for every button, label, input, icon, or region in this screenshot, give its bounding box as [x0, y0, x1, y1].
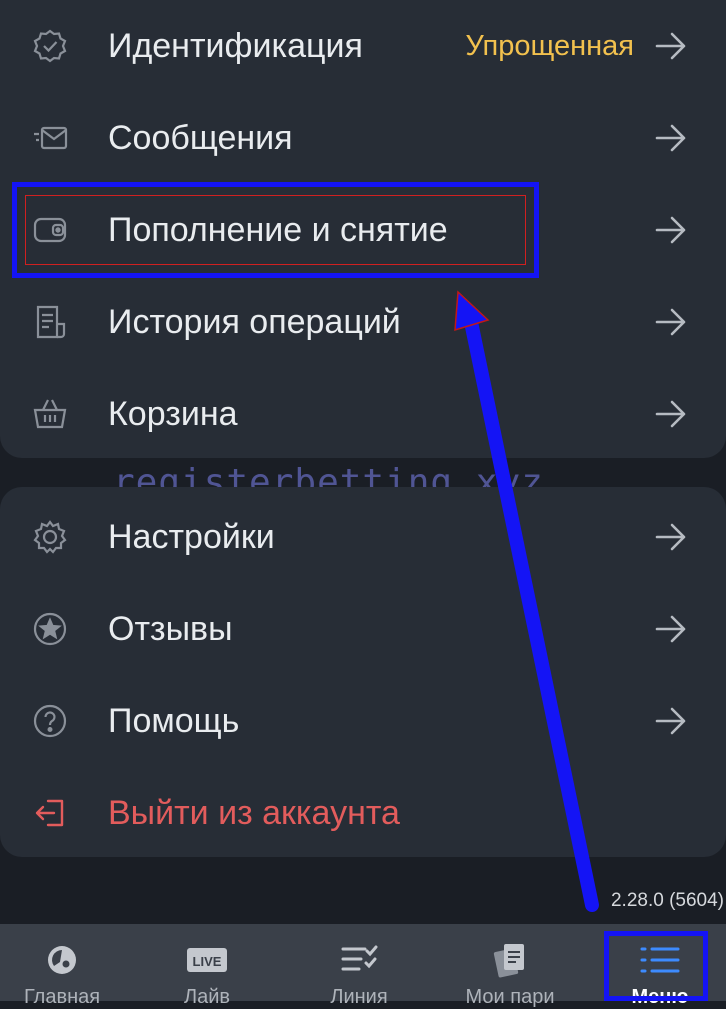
logout-icon: [30, 795, 70, 831]
star-icon: [30, 611, 70, 647]
arrow-right-icon: [655, 124, 686, 152]
nav-label: Линия: [330, 986, 388, 1008]
arrow-right-icon: [655, 216, 686, 244]
menu-item-reviews[interactable]: Отзывы: [0, 583, 726, 675]
menu-item-identification[interactable]: Идентификация Упрощенная: [0, 0, 726, 92]
highlight-box-deposit: [12, 182, 539, 278]
menu-item-label: Корзина: [108, 395, 238, 433]
nav-label: Мои пари: [465, 986, 555, 1008]
menu-item-label: Настройки: [108, 518, 275, 556]
identification-status-badge: Упрощенная: [465, 30, 634, 62]
menu-item-label: История операций: [108, 303, 401, 341]
menu-item-label: Помощь: [108, 702, 240, 740]
menu-item-operations-history[interactable]: История операций: [0, 276, 726, 368]
basket-icon: [30, 396, 70, 432]
nav-tab-my-bets[interactable]: Мои пари: [450, 924, 570, 1008]
menu-item-settings[interactable]: Настройки: [0, 491, 726, 583]
menu-item-label: Отзывы: [108, 610, 233, 648]
app-version: 2.28.0 (5604): [610, 890, 724, 911]
highlight-box-menu: [604, 931, 708, 1001]
highlight-inner-border: [25, 195, 526, 265]
arrow-right-icon: [655, 615, 686, 643]
verified-badge-icon: [30, 28, 70, 64]
menu-item-basket[interactable]: Корзина: [0, 368, 726, 460]
menu-item-label: Сообщения: [108, 119, 293, 157]
menu-item-help[interactable]: Помощь: [0, 675, 726, 767]
arrow-right-icon: [655, 32, 686, 60]
menu-item-label: Выйти из аккаунта: [108, 794, 400, 832]
line-list-icon: [341, 945, 378, 971]
nav-tab-home[interactable]: Главная: [2, 924, 122, 1008]
nav-tab-live[interactable]: LIVE Лайв: [147, 924, 267, 1008]
my-bets-icon: [493, 944, 524, 978]
arrow-right-icon: [655, 523, 686, 551]
nav-tab-line[interactable]: Линия: [299, 924, 419, 1008]
message-envelope-icon: [30, 120, 70, 156]
home-icon: [48, 946, 76, 974]
menu-item-label: Идентификация: [108, 27, 363, 65]
history-receipt-icon: [30, 304, 70, 340]
nav-label: Лайв: [183, 986, 231, 1008]
live-icon-text: LIVE: [193, 954, 222, 969]
gear-icon: [30, 519, 70, 555]
menu-card-general: Настройки Отзывы Помощь Выйти из аккаунт…: [0, 487, 726, 857]
menu-item-logout[interactable]: Выйти из аккаунта: [0, 767, 726, 859]
help-icon: [30, 703, 70, 739]
live-icon: LIVE: [187, 948, 227, 972]
arrow-right-icon: [655, 707, 686, 735]
nav-label: Главная: [23, 986, 101, 1008]
arrow-right-icon: [655, 400, 686, 428]
arrow-right-icon: [655, 308, 686, 336]
menu-item-messages[interactable]: Сообщения: [0, 92, 726, 184]
